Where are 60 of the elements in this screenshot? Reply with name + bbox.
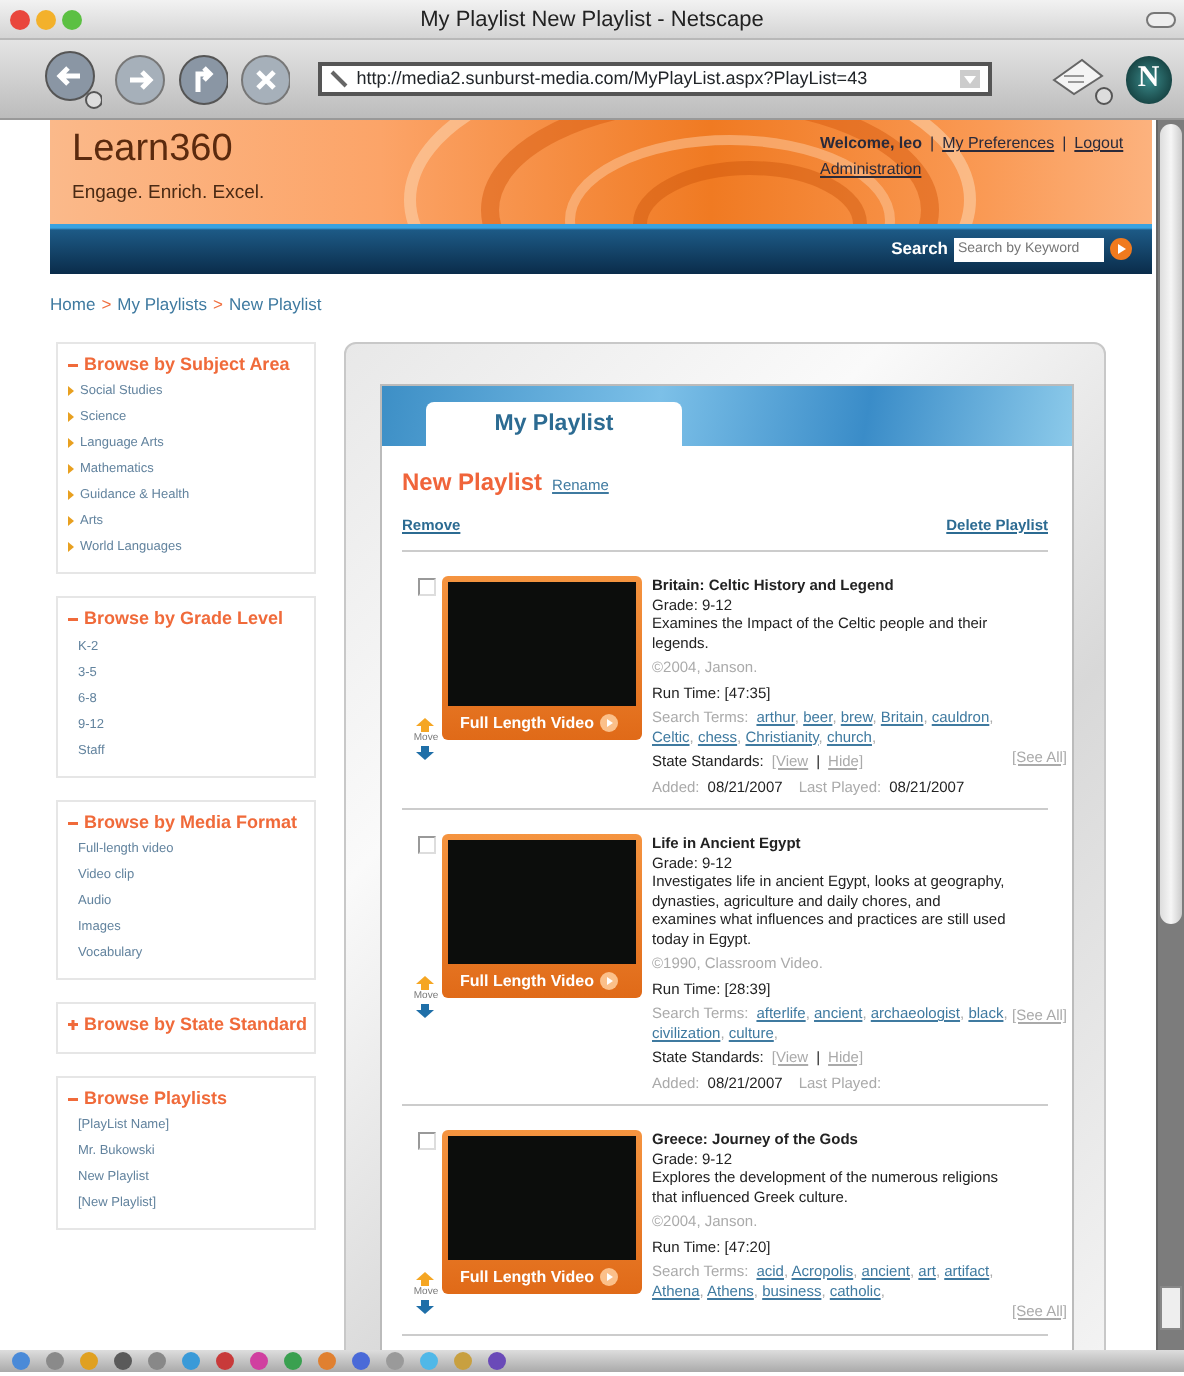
separator-text: |: [1062, 134, 1067, 152]
section-header[interactable]: Browse Playlists: [68, 1085, 304, 1113]
dropdown-icon[interactable]: [959, 70, 980, 88]
move-up-icon[interactable]: [416, 975, 435, 989]
section-header[interactable]: Browse by Subject Area: [68, 351, 304, 379]
forward-icon[interactable]: [114, 53, 166, 105]
separator-text: |: [929, 134, 935, 152]
breadcrumb-link[interactable]: New Playlist: [229, 294, 322, 314]
search-label: Search: [891, 236, 948, 262]
move-down-icon[interactable]: [416, 1004, 435, 1018]
checkbox[interactable]: [417, 1132, 435, 1150]
move-up-icon[interactable]: [416, 717, 435, 731]
playlist-title: New Playlist: [402, 467, 543, 496]
section-header[interactable]: Browse by Media Format: [68, 809, 304, 837]
scrollbar[interactable]: [1156, 120, 1184, 1350]
breadcrumb-separator: >: [213, 294, 223, 314]
bullet-icon: [68, 386, 74, 397]
checkbox[interactable]: [417, 836, 435, 854]
breadcrumb-link[interactable]: My Playlists: [117, 294, 208, 314]
scroll-thumb[interactable]: [1160, 124, 1182, 924]
logo[interactable]: Learn360: [72, 130, 233, 172]
expand-icon[interactable]: [68, 1018, 80, 1033]
welcome-text: Welcome, leo: [820, 134, 922, 152]
collapse-icon[interactable]: [68, 612, 80, 627]
administration-link[interactable]: Administration: [820, 160, 922, 178]
window-controls-icon[interactable]: [8, 8, 84, 32]
header-link[interactable]: Logout: [1074, 134, 1124, 152]
move-up-icon[interactable]: [416, 1271, 435, 1285]
bullet-icon: [68, 516, 74, 527]
play-icon: [599, 714, 618, 732]
bullet-icon: [68, 490, 74, 501]
window-title: My Playlist New Playlist - Netscape: [420, 8, 764, 32]
move-down-icon[interactable]: [416, 746, 435, 760]
browser-logo[interactable]: N: [1125, 55, 1173, 103]
breadcrumb-separator: >: [101, 294, 112, 314]
bullet-icon: [68, 542, 74, 553]
bullet-icon: [68, 464, 74, 475]
move-down-icon[interactable]: [416, 1300, 435, 1314]
bullet-icon: [68, 438, 74, 449]
link-icon: [330, 70, 349, 88]
checkbox[interactable]: [417, 578, 435, 596]
go-icon[interactable]: [1110, 238, 1132, 260]
bullet-icon: [68, 412, 74, 423]
toolbar-toggle-button[interactable]: [1146, 12, 1176, 28]
stop-icon[interactable]: [239, 53, 291, 105]
scroll-arrows[interactable]: [1160, 1286, 1182, 1330]
address-field[interactable]: http://media2.sunburst-media.com/MyPlayList.aspx?PlayList=43: [318, 62, 992, 96]
reload-icon[interactable]: [177, 53, 228, 105]
playlist-tab[interactable]: My Playlist: [426, 401, 682, 446]
video-button[interactable]: Full Length Video: [448, 706, 636, 740]
play-icon: [599, 972, 618, 990]
header-link[interactable]: My Preferences: [942, 134, 1055, 152]
video-button[interactable]: Full Length Video: [448, 964, 636, 998]
breadcrumb-link[interactable]: Home: [50, 294, 96, 314]
video-button[interactable]: Full Length Video: [448, 1260, 636, 1294]
section-header[interactable]: Browse by Grade Level: [68, 606, 304, 634]
tagline: Engage. Enrich. Excel.: [72, 180, 265, 208]
play-icon: [599, 1268, 618, 1286]
section-header[interactable]: Browse by State Standard: [68, 1012, 304, 1040]
back-icon[interactable]: [44, 49, 103, 109]
